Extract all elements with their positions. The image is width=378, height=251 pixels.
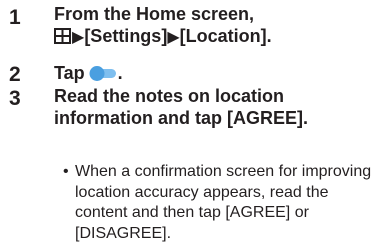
- step-1-line-1: From the Home screen,: [54, 4, 255, 24]
- bullet: •: [63, 163, 69, 180]
- apps-grid-icon: [54, 27, 71, 49]
- step-number: 1: [9, 6, 21, 29]
- step-number: 2: [9, 63, 21, 86]
- step-2-period: .: [117, 63, 123, 83]
- tap-label: Tap: [54, 63, 85, 83]
- step-3-line-1: Read the notes on location: [54, 86, 285, 106]
- step-1-text: From the Home screen, ▶[Settings]▶[Locat…: [54, 3, 272, 49]
- step-number: 3: [9, 87, 21, 110]
- step-1-line-2: ▶[Settings]▶[Location].: [54, 25, 272, 49]
- settings-label: [Settings]: [84, 26, 168, 46]
- location-label: [Location].: [179, 26, 272, 46]
- note: • When a confirmation screen for improvi…: [63, 162, 375, 244]
- arrow-icon: ▶: [167, 29, 180, 46]
- step-2-text: Tap .: [54, 62, 123, 87]
- step-3-text: Read the notes on location information a…: [54, 85, 308, 129]
- note-text: When a confirmation screen for improving…: [75, 163, 372, 242]
- toggle-switch-icon: [88, 64, 118, 87]
- step-3-line-2: information and tap [AGREE].: [54, 108, 308, 128]
- arrow-icon: ▶: [72, 29, 85, 46]
